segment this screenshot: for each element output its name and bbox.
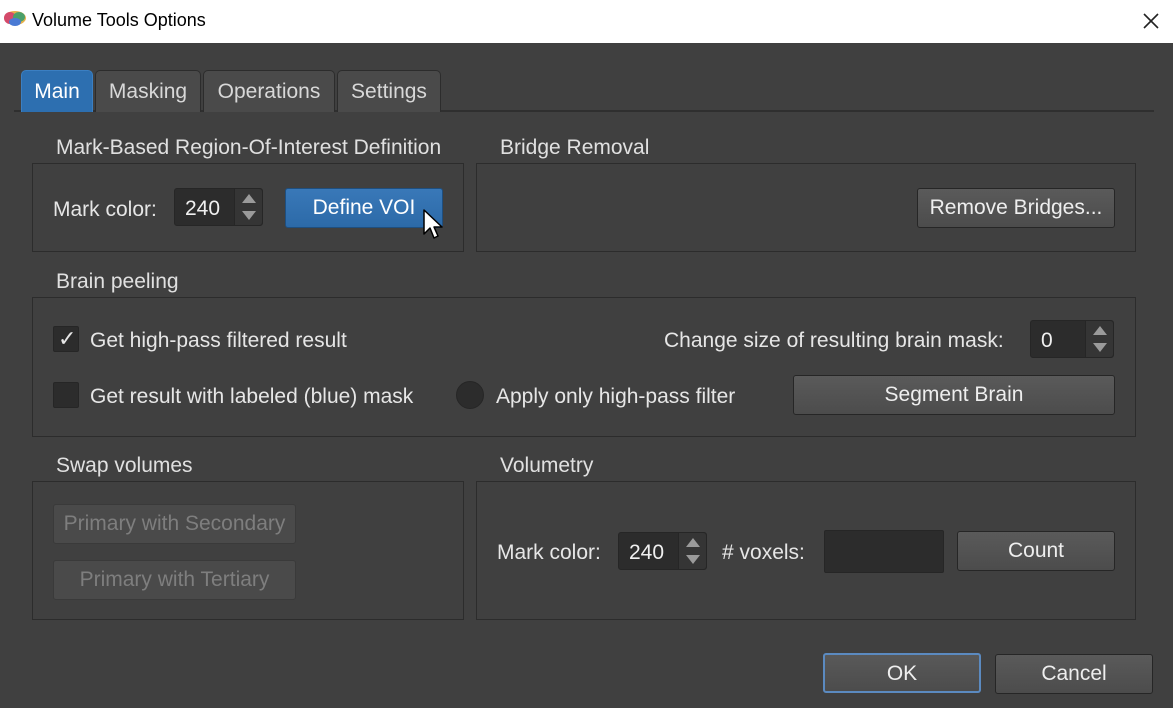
tab-bar: Main Masking Operations Settings bbox=[14, 70, 1154, 112]
ok-button[interactable]: OK bbox=[823, 653, 981, 693]
brain-app-icon bbox=[4, 11, 26, 26]
highpass-checkbox[interactable]: ✓ bbox=[53, 326, 79, 352]
count-button[interactable]: Count bbox=[957, 531, 1115, 571]
spin-up-icon[interactable] bbox=[686, 538, 700, 547]
mask-size-value: 0 bbox=[1041, 329, 1053, 352]
mask-size-spinbox[interactable]: 0 bbox=[1030, 320, 1114, 358]
tab-main[interactable]: Main bbox=[21, 70, 93, 112]
title-bar: Volume Tools Options bbox=[0, 0, 1173, 43]
roi-group-title: Mark-Based Region-Of-Interest Definition bbox=[56, 136, 442, 159]
spin-up-icon[interactable] bbox=[1093, 326, 1107, 335]
tab-settings[interactable]: Settings bbox=[337, 70, 441, 112]
voxels-label: # voxels: bbox=[722, 541, 805, 564]
highpass-label: Get high-pass filtered result bbox=[90, 329, 347, 352]
close-icon[interactable] bbox=[1136, 6, 1166, 36]
spin-up-icon[interactable] bbox=[242, 194, 256, 203]
mask-size-label: Change size of resulting brain mask: bbox=[664, 329, 1004, 352]
define-voi-button[interactable]: Define VOI bbox=[285, 188, 443, 228]
spin-down-icon[interactable] bbox=[1093, 343, 1107, 352]
segment-brain-button[interactable]: Segment Brain bbox=[793, 375, 1115, 415]
volumetry-mark-color-value: 240 bbox=[629, 541, 665, 564]
peeling-group-title: Brain peeling bbox=[56, 270, 179, 293]
apply-highpass-label: Apply only high-pass filter bbox=[496, 385, 736, 408]
swap-group-title: Swap volumes bbox=[56, 454, 193, 477]
voxels-field[interactable] bbox=[824, 530, 944, 573]
spin-arrows[interactable] bbox=[678, 533, 706, 569]
spin-down-icon[interactable] bbox=[686, 555, 700, 564]
remove-bridges-button[interactable]: Remove Bridges... bbox=[917, 188, 1115, 228]
cancel-button[interactable]: Cancel bbox=[995, 654, 1153, 694]
tab-operations[interactable]: Operations bbox=[203, 70, 335, 112]
spin-arrows[interactable] bbox=[1085, 321, 1113, 357]
check-icon: ✓ bbox=[58, 326, 77, 351]
volumetry-group-title: Volumetry bbox=[500, 454, 594, 477]
spin-arrows[interactable] bbox=[234, 189, 262, 225]
bridge-group-title: Bridge Removal bbox=[500, 136, 650, 159]
mouse-pointer-icon bbox=[423, 209, 443, 239]
roi-mark-color-label: Mark color: bbox=[53, 198, 157, 221]
roi-mark-color-spinbox[interactable]: 240 bbox=[174, 188, 263, 226]
tab-masking[interactable]: Masking bbox=[95, 70, 201, 112]
apply-highpass-radio[interactable] bbox=[456, 381, 484, 409]
volumetry-mark-color-label: Mark color: bbox=[497, 541, 601, 564]
labeled-mask-checkbox[interactable] bbox=[53, 382, 79, 408]
spin-down-icon[interactable] bbox=[242, 211, 256, 220]
roi-mark-color-value: 240 bbox=[185, 197, 221, 220]
volumetry-mark-color-spinbox[interactable]: 240 bbox=[618, 532, 707, 570]
swap-tertiary-button[interactable]: Primary with Tertiary bbox=[53, 560, 296, 600]
window-title: Volume Tools Options bbox=[32, 10, 206, 30]
labeled-mask-label: Get result with labeled (blue) mask bbox=[90, 385, 414, 408]
peeling-group bbox=[32, 297, 1136, 437]
swap-secondary-button[interactable]: Primary with Secondary bbox=[53, 504, 296, 544]
